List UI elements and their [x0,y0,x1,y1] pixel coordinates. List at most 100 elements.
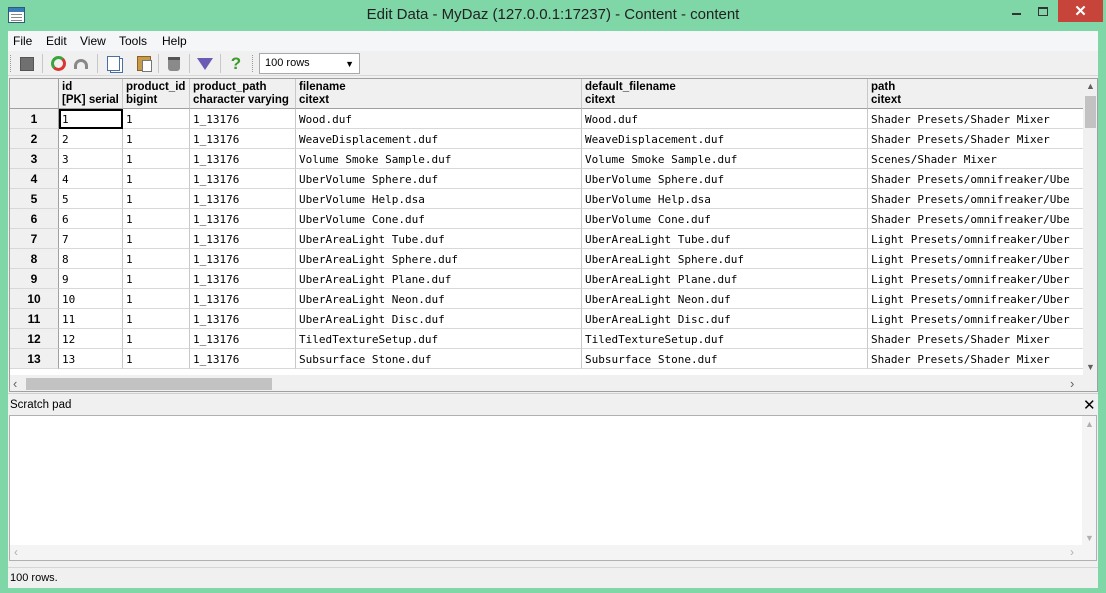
cell-product-path[interactable]: 1_13176 [190,249,296,269]
cell-product-path[interactable]: 1_13176 [190,349,296,369]
cell-filename[interactable]: UberAreaLight Disc.duf [296,309,582,329]
paste-button[interactable] [134,54,154,73]
cell-default-filename[interactable]: UberAreaLight Neon.duf [582,289,868,309]
scroll-left-icon[interactable]: ‹ [13,376,17,391]
cell-id[interactable]: 8 [59,249,123,269]
cell-product-path[interactable]: 1_13176 [190,149,296,169]
cell-filename[interactable]: TiledTextureSetup.duf [296,329,582,349]
maximize-button[interactable] [1030,0,1056,22]
toolbar-grip[interactable] [252,55,255,72]
cell-path[interactable]: Shader Presets/omnifreaker/Ube [868,169,1083,189]
cell-default-filename[interactable]: UberAreaLight Sphere.duf [582,249,868,269]
scroll-right-icon[interactable]: › [1070,376,1074,391]
scratch-pad-textarea[interactable]: ▲ ▼ ‹ › [9,415,1097,561]
table-row[interactable]: 1 1 1 1_13176 Wood.duf Wood.duf Shader Presets… [10,109,1083,129]
cell-path[interactable]: Scenes/Shader Mixer [868,149,1083,169]
table-row[interactable]: 7 7 1 1_13176 UberAreaLight Tube.duf UberArea… [10,229,1083,249]
cell-filename[interactable]: UberVolume Sphere.duf [296,169,582,189]
cell-path[interactable]: Light Presets/omnifreaker/Uber [868,249,1083,269]
undo-button[interactable] [71,54,91,73]
cell-id[interactable]: 5 [59,189,123,209]
scrollbar-thumb[interactable] [26,378,272,390]
table-row[interactable]: 9 9 1 1_13176 UberAreaLight Plane.duf UberAre… [10,269,1083,289]
cell-id[interactable]: 2 [59,129,123,149]
cell-product-id[interactable]: 1 [123,169,190,189]
cell-product-id[interactable]: 1 [123,229,190,249]
table-row[interactable]: 4 4 1 1_13176 UberVolume Sphere.duf UberVolum… [10,169,1083,189]
cell-product-path[interactable]: 1_13176 [190,109,296,129]
cell-product-id[interactable]: 1 [123,269,190,289]
row-number[interactable]: 13 [10,349,59,369]
cell-product-path[interactable]: 1_13176 [190,129,296,149]
column-header-product-path[interactable]: product_path character varying [190,79,296,109]
rows-limit-select[interactable]: 100 rows ▼ [259,53,360,74]
table-row[interactable]: 2 2 1 1_13176 WeaveDisplacement.duf WeaveDisp… [10,129,1083,149]
cell-default-filename[interactable]: UberAreaLight Tube.duf [582,229,868,249]
row-number[interactable]: 10 [10,289,59,309]
cell-filename[interactable]: Subsurface Stone.duf [296,349,582,369]
cell-filename[interactable]: UberAreaLight Neon.duf [296,289,582,309]
column-header-path[interactable]: path citext [868,79,1083,109]
cell-id[interactable]: 3 [59,149,123,169]
scroll-down-icon[interactable]: ▼ [1085,533,1094,543]
cell-default-filename[interactable]: WeaveDisplacement.duf [582,129,868,149]
column-header-product-id[interactable]: product_id bigint [123,79,190,109]
column-header-filename[interactable]: filename citext [296,79,582,109]
cell-path[interactable]: Shader Presets/Shader Mixer [868,349,1083,369]
cell-product-path[interactable]: 1_13176 [190,189,296,209]
scroll-down-icon[interactable]: ▼ [1086,362,1095,372]
cell-id[interactable]: 9 [59,269,123,289]
title-bar[interactable]: Edit Data - MyDaz (127.0.0.1:17237) - Co… [0,0,1106,31]
cell-product-path[interactable]: 1_13176 [190,229,296,249]
table-row[interactable]: 10 10 1 1_13176 UberAreaLight Neon.duf UberAr… [10,289,1083,309]
cell-id[interactable]: 13 [59,349,123,369]
column-header-default-filename[interactable]: default_filename citext [582,79,868,109]
row-number[interactable]: 12 [10,329,59,349]
cell-filename[interactable]: UberAreaLight Tube.duf [296,229,582,249]
cell-path[interactable]: Light Presets/omnifreaker/Uber [868,229,1083,249]
menu-edit[interactable]: Edit [46,34,67,48]
close-button[interactable]: ✕ [1058,0,1103,22]
menu-view[interactable]: View [80,34,106,48]
cell-product-path[interactable]: 1_13176 [190,169,296,189]
cell-product-id[interactable]: 1 [123,249,190,269]
cell-default-filename[interactable]: UberAreaLight Disc.duf [582,309,868,329]
cell-filename[interactable]: UberAreaLight Sphere.duf [296,249,582,269]
cell-path[interactable]: Shader Presets/Shader Mixer [868,109,1083,129]
cell-default-filename[interactable]: TiledTextureSetup.duf [582,329,868,349]
cell-default-filename[interactable]: Wood.duf [582,109,868,129]
cell-default-filename[interactable]: UberAreaLight Plane.duf [582,269,868,289]
scroll-up-icon[interactable]: ▲ [1086,81,1095,91]
scroll-right-icon[interactable]: › [1070,545,1074,559]
help-button[interactable]: ? [226,54,246,73]
row-number[interactable]: 4 [10,169,59,189]
cell-filename[interactable]: Volume Smoke Sample.duf [296,149,582,169]
cell-filename[interactable]: UberVolume Help.dsa [296,189,582,209]
table-row[interactable]: 5 5 1 1_13176 UberVolume Help.dsa UberVolume … [10,189,1083,209]
cell-product-path[interactable]: 1_13176 [190,329,296,349]
row-number[interactable]: 9 [10,269,59,289]
cell-path[interactable]: Shader Presets/Shader Mixer [868,329,1083,349]
cell-default-filename[interactable]: Subsurface Stone.duf [582,349,868,369]
cell-product-id[interactable]: 1 [123,109,190,129]
minimize-button[interactable] [1003,0,1030,22]
row-number[interactable]: 2 [10,129,59,149]
cell-filename[interactable]: Wood.duf [296,109,582,129]
cell-product-path[interactable]: 1_13176 [190,269,296,289]
close-icon[interactable]: ✕ [1083,396,1096,414]
scratch-pad-vertical-scrollbar[interactable]: ▲ ▼ [1082,416,1096,545]
menu-tools[interactable]: Tools [119,34,147,48]
row-number[interactable]: 6 [10,209,59,229]
cell-filename[interactable]: UberAreaLight Plane.duf [296,269,582,289]
grid-horizontal-scrollbar[interactable]: ‹ › [10,375,1097,391]
cell-default-filename[interactable]: Volume Smoke Sample.duf [582,149,868,169]
cell-id[interactable]: 1 [59,109,123,129]
row-number[interactable]: 8 [10,249,59,269]
table-row[interactable]: 8 8 1 1_13176 UberAreaLight Sphere.duf UberAr… [10,249,1083,269]
cell-product-id[interactable]: 1 [123,189,190,209]
cell-product-id[interactable]: 1 [123,349,190,369]
cell-product-id[interactable]: 1 [123,149,190,169]
row-number[interactable]: 1 [10,109,59,129]
cell-product-id[interactable]: 1 [123,289,190,309]
copy-button[interactable] [103,54,123,73]
